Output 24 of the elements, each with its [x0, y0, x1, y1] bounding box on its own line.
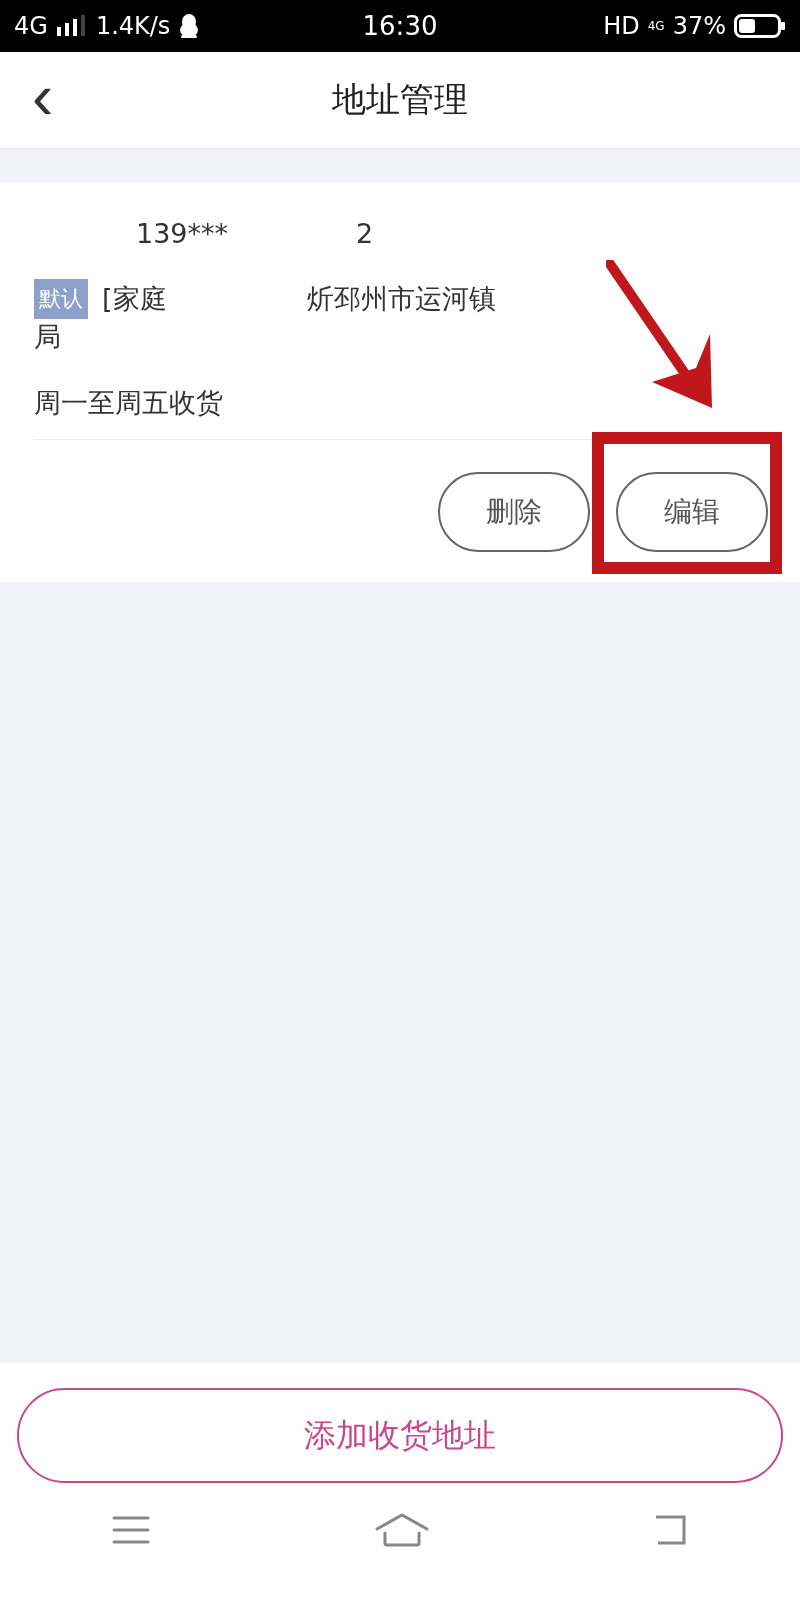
add-address-button[interactable]: 添加收货地址	[17, 1388, 783, 1483]
clock: 16:30	[362, 11, 438, 41]
phone-number-tail: 2	[356, 217, 374, 249]
default-tag: 默认	[34, 279, 88, 319]
home-icon[interactable]	[375, 1513, 429, 1547]
edit-button[interactable]: 编辑	[616, 472, 768, 552]
hd-label: HD	[603, 12, 640, 40]
menu-icon[interactable]	[112, 1515, 151, 1545]
network-label: 4G	[14, 12, 48, 40]
network-speed: 1.4K/s	[95, 12, 171, 40]
battery-percent: 37%	[672, 12, 726, 40]
penguin-icon	[178, 14, 201, 38]
address-text: 局	[34, 320, 61, 354]
battery-icon	[734, 14, 786, 38]
page-title: 地址管理	[332, 78, 468, 121]
back-button[interactable]: ‹	[24, 68, 62, 124]
address-text: [家庭	[102, 282, 167, 316]
network-small-label: 4G	[647, 19, 665, 33]
address-text: 炘邳州市运河镇	[306, 282, 496, 316]
delete-button[interactable]: 删除	[438, 472, 590, 552]
back-icon[interactable]	[653, 1515, 688, 1545]
delivery-time: 周一至周五收货	[34, 387, 223, 418]
phone-number: 139***	[136, 217, 229, 249]
signal-icon	[55, 15, 88, 37]
